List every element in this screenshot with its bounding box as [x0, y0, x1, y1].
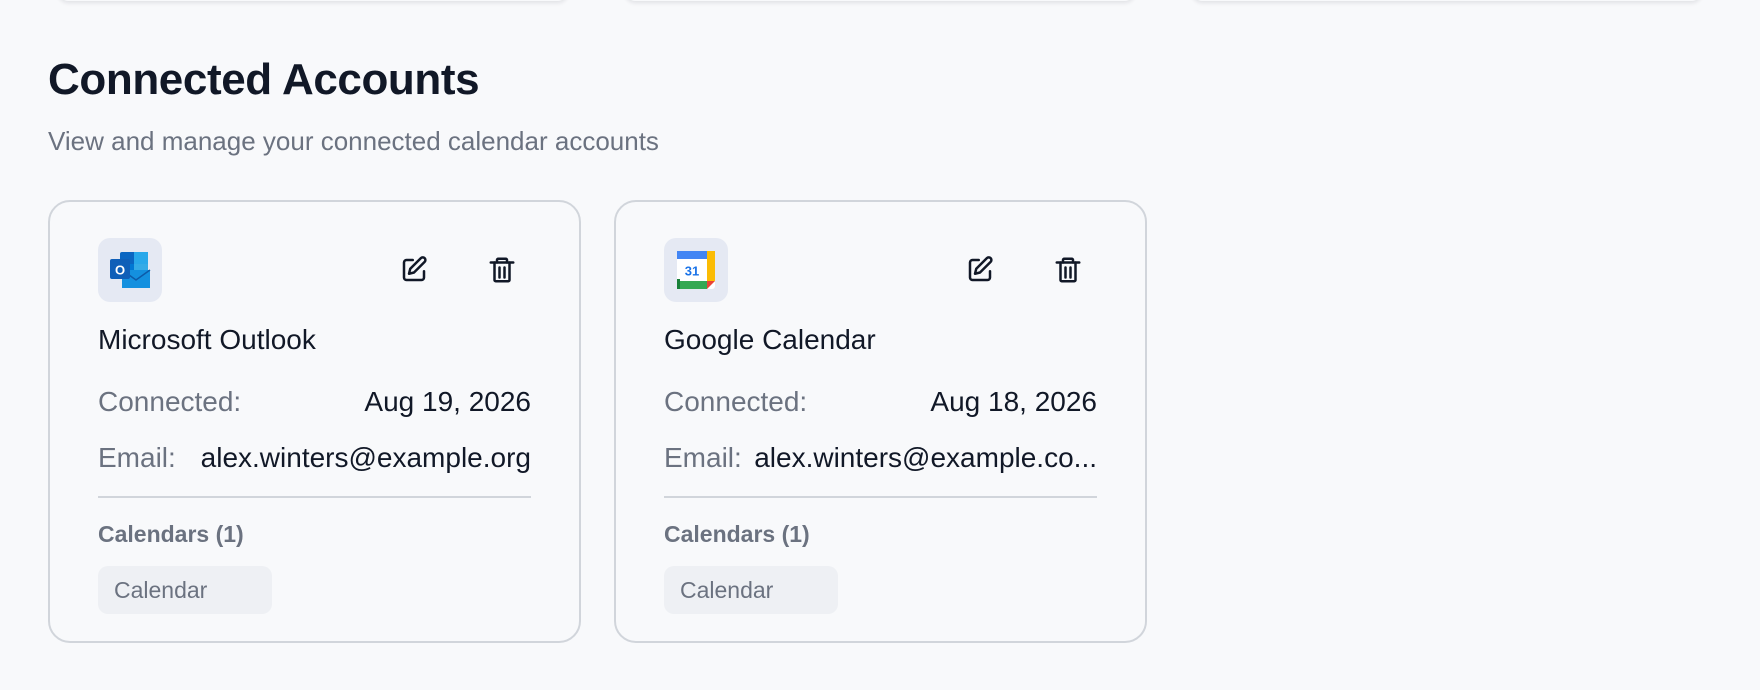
connected-label: Connected:	[664, 386, 808, 417]
calendars-heading: Calendars (1)	[98, 521, 244, 547]
calendar-chip[interactable]: Calendar	[98, 566, 272, 614]
email-value: alex.winters@example.org	[200, 442, 531, 473]
calendar-chip[interactable]: Calendar	[664, 566, 838, 614]
edit-account-button[interactable]	[395, 251, 433, 289]
connected-date: Aug 18, 2026	[930, 386, 1097, 417]
email-row: Email: alex.winters@example.org	[98, 438, 531, 478]
section-title: Connected Accounts	[48, 55, 480, 104]
email-value: alex.winters@example.co...	[754, 442, 1097, 473]
divider	[98, 496, 531, 498]
trash-icon	[489, 257, 515, 283]
edit-icon	[402, 256, 427, 282]
email-row: Email: alex.winters@example.co...	[664, 438, 1097, 478]
email-label: Email:	[664, 442, 742, 473]
previous-card	[625, 0, 1135, 1]
svg-text:O: O	[115, 263, 125, 278]
email-label: Email:	[98, 442, 176, 473]
previous-section-cards	[0, 0, 1760, 6]
connected-accounts-header: Connected Accounts View and manage your …	[48, 52, 659, 158]
outlook-icon: O	[98, 238, 162, 302]
edit-account-button[interactable]	[961, 251, 999, 289]
connected-date: Aug 19, 2026	[364, 386, 531, 417]
google-calendar-day: 31	[685, 264, 699, 279]
previous-card	[58, 0, 568, 1]
account-name: Microsoft Outlook	[98, 324, 316, 355]
connected-row: Connected: Aug 19, 2026	[98, 382, 531, 422]
section-subtitle: View and manage your connected calendar …	[48, 126, 659, 156]
account-card-google: 31 Google Calendar Connected: Aug 18, 20…	[614, 200, 1147, 643]
trash-icon	[1055, 257, 1081, 283]
delete-account-button[interactable]	[483, 251, 521, 289]
divider	[664, 496, 1097, 498]
account-cards: O Microsoft Outlook Connected: Aug 19, 2…	[48, 200, 1147, 643]
account-card-outlook: O Microsoft Outlook Connected: Aug 19, 2…	[48, 200, 581, 643]
delete-account-button[interactable]	[1049, 251, 1087, 289]
account-name: Google Calendar	[664, 324, 876, 355]
connected-label: Connected:	[98, 386, 242, 417]
google-calendar-icon: 31	[664, 238, 728, 302]
calendars-heading: Calendars (1)	[664, 521, 810, 547]
previous-card	[1192, 0, 1702, 1]
edit-icon	[968, 256, 993, 282]
connected-row: Connected: Aug 18, 2026	[664, 382, 1097, 422]
